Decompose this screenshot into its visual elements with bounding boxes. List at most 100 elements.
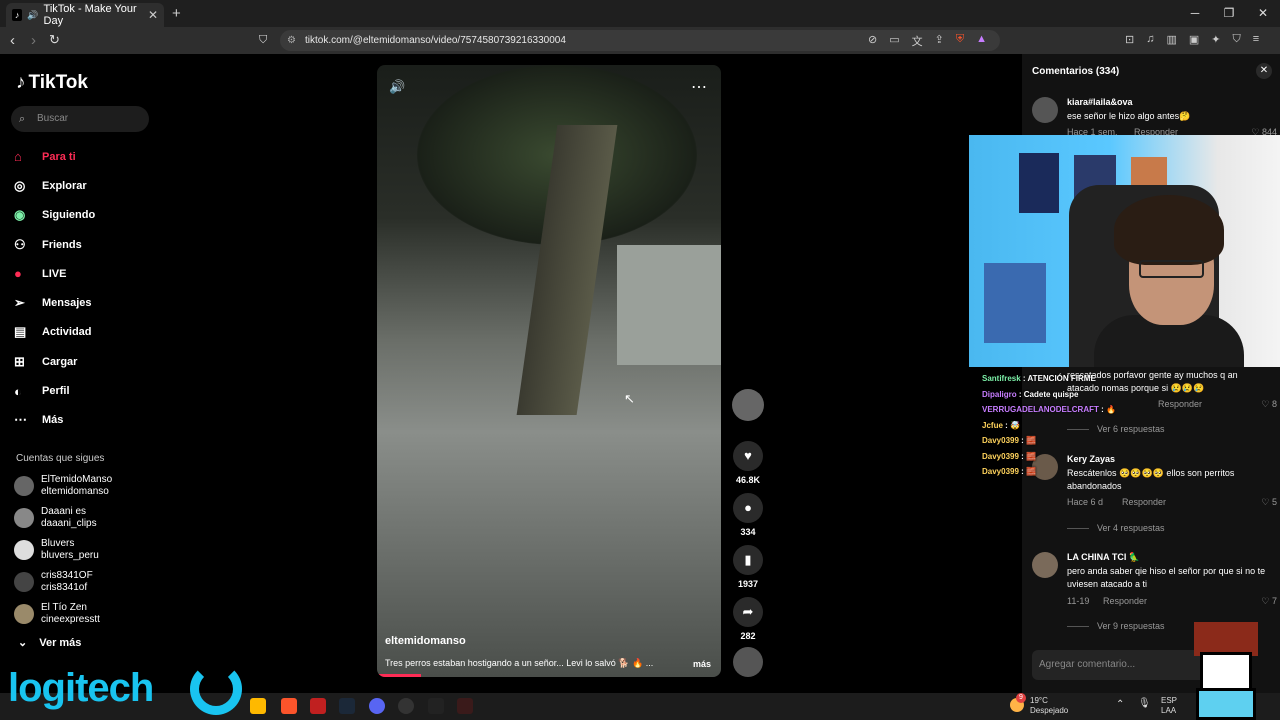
comment-user[interactable]: kiara#laila&ova: [1067, 97, 1133, 107]
file-explorer-icon[interactable]: [250, 698, 266, 714]
bookmark-icon[interactable]: ⛉: [259, 34, 267, 47]
menu-item-mensajes[interactable]: ➢ Mensajes: [14, 288, 95, 317]
chat-line: Davy0399 : 🧱: [982, 451, 1036, 461]
caption-more-button[interactable]: más: [693, 659, 711, 669]
comment-like[interactable]: ♡ 5: [1261, 497, 1277, 508]
video-player[interactable]: 🔊 ⋯ eltemidomanso Tres perros estaban ho…: [377, 65, 721, 677]
menu-item-friends[interactable]: ⚇ Friends: [14, 230, 95, 259]
view-replies-button[interactable]: Ver 4 respuestas: [1067, 523, 1165, 533]
minimize-button[interactable]: ─: [1178, 0, 1212, 27]
brave-shield-icon[interactable]: ⛨: [956, 33, 964, 49]
menu-item-siguiendo[interactable]: ◉ Siguiendo: [14, 201, 95, 230]
account-item[interactable]: ElTemidoManso eltemidomanso: [14, 474, 112, 498]
add-comment-placeholder: Agregar comentario...: [1039, 659, 1136, 670]
menu-item-live[interactable]: ● LIVE: [14, 259, 95, 288]
avatar[interactable]: [1032, 97, 1058, 123]
chat-message: Cadete quispe: [1023, 389, 1079, 399]
close-window-button[interactable]: ✕: [1246, 0, 1280, 27]
share-button[interactable]: ➦ 282: [730, 597, 766, 641]
tray-chevron-up-icon[interactable]: ⌃: [1116, 699, 1124, 710]
forward-icon[interactable]: ›: [31, 32, 36, 49]
comment-icon: ●: [733, 493, 763, 523]
video-caption: Tres perros estaban hostigando a un seño…: [385, 658, 654, 668]
video-progress-bar[interactable]: [377, 674, 421, 677]
cast-icon[interactable]: ▭: [889, 33, 899, 49]
comment-like[interactable]: ♡ 7: [1261, 596, 1277, 607]
comment-button[interactable]: ● 334: [730, 493, 766, 537]
comment-like[interactable]: ♡ 8: [1261, 399, 1277, 410]
menu-label: Actividad: [42, 326, 92, 339]
language-indicator[interactable]: ESP: [1161, 696, 1177, 706]
no-tracking-icon[interactable]: ⊘: [868, 33, 877, 49]
menu-label: Perfil: [42, 385, 70, 398]
comment-text: pero anda saber qie hiso el señor por qu…: [1067, 566, 1266, 589]
reply-button[interactable]: Responder: [1122, 497, 1166, 507]
tab-audio-icon[interactable]: 🔊: [27, 10, 38, 21]
brave-rewards-icon[interactable]: ▲: [976, 33, 987, 49]
logitech-g-logo-icon: [190, 663, 242, 715]
heart-outline-icon: ♡: [1261, 596, 1270, 606]
discord-icon[interactable]: [369, 698, 385, 714]
menu-item-para-ti[interactable]: ⌂ Para ti: [14, 142, 95, 171]
translate-icon[interactable]: 文: [912, 33, 923, 49]
screenshot-icon[interactable]: ⊡: [1125, 33, 1134, 46]
account-item[interactable]: El Tío Zen cineexpresstt: [14, 602, 100, 626]
save-button[interactable]: ▮ 1937: [730, 545, 766, 589]
brave-browser-icon[interactable]: [281, 698, 297, 714]
new-tab-button[interactable]: +: [172, 5, 181, 22]
restore-button[interactable]: ❐: [1212, 0, 1246, 27]
reload-icon[interactable]: ↻: [49, 32, 60, 48]
menu-item-perfil[interactable]: ◐ Perfil: [14, 376, 95, 405]
sidebar-icon[interactable]: ▥: [1166, 33, 1176, 46]
menu-item-explorar[interactable]: ◎ Explorar: [14, 171, 95, 200]
capcut-icon[interactable]: [428, 698, 444, 714]
chat-message: 🤯: [1010, 420, 1020, 430]
menu-label: Cargar: [42, 355, 78, 368]
steam-icon[interactable]: [339, 698, 355, 714]
share-icon[interactable]: ⇪: [935, 33, 944, 49]
chat-user: Dipaligro: [982, 389, 1017, 399]
music-disc-button[interactable]: [730, 647, 766, 677]
account-item[interactable]: cris8341OF cris8341of: [14, 570, 93, 594]
chat-user: VERRUGADELANODELCRAFT: [982, 405, 1099, 414]
media-icon[interactable]: ♫: [1146, 33, 1154, 46]
menu-icon[interactable]: ≡: [1253, 33, 1259, 46]
site-info-icon[interactable]: ⚙: [287, 30, 296, 51]
keyboard-layout[interactable]: LAA: [1161, 706, 1176, 716]
account-item[interactable]: Daaani es daaani_clips: [14, 506, 97, 530]
video-username[interactable]: eltemidomanso: [385, 635, 466, 647]
microphone-icon[interactable]: 🎙: [1138, 698, 1151, 709]
account-name: Bluvers: [41, 538, 75, 549]
obs-icon[interactable]: [398, 698, 414, 714]
view-replies-button[interactable]: Ver 9 respuestas: [1067, 621, 1165, 631]
menu-item-actividad[interactable]: ▤ Actividad: [14, 318, 95, 347]
tab-close-icon[interactable]: ✕: [148, 8, 158, 22]
more-options-icon[interactable]: ⋯: [691, 77, 707, 97]
vpn-icon[interactable]: ⛉: [1233, 33, 1241, 46]
menu-item-cargar[interactable]: ⊞ Cargar: [14, 347, 95, 376]
author-avatar-button[interactable]: [730, 389, 766, 421]
reply-button[interactable]: Responder: [1158, 399, 1202, 409]
avatar[interactable]: [1032, 552, 1058, 578]
account-handle: eltemidomanso: [41, 486, 109, 497]
wallet-icon[interactable]: ▣: [1189, 33, 1199, 46]
chat-line: Davy0399 : 🧱: [982, 436, 1036, 445]
app-icon[interactable]: [457, 698, 473, 714]
ai-icon[interactable]: ✦: [1211, 33, 1220, 46]
reply-button[interactable]: Responder: [1103, 596, 1147, 606]
app-icon[interactable]: [310, 698, 326, 714]
menu-item-mas[interactable]: ⋯ Más: [14, 406, 95, 435]
account-item[interactable]: Bluvers bluvers_peru: [14, 538, 99, 562]
window-controls: ─ ❐ ✕: [1178, 0, 1280, 27]
back-icon[interactable]: ‹: [10, 32, 15, 49]
volume-icon[interactable]: 🔊: [389, 79, 405, 95]
search-input[interactable]: ⌕ Buscar: [11, 106, 149, 132]
like-button[interactable]: ♥ 46.8K: [730, 441, 766, 485]
pixel-hair: [1194, 622, 1258, 656]
comment-user[interactable]: LA CHINA TCI 🦜: [1067, 552, 1140, 563]
tiktok-logo[interactable]: ♪ TikTok: [16, 72, 88, 94]
close-icon[interactable]: ✕: [1256, 63, 1272, 79]
account-handle: daaani_clips: [41, 518, 97, 529]
see-more-button[interactable]: ⌄ Ver más: [18, 636, 81, 649]
browser-tab[interactable]: ♪ 🔊 TikTok - Make Your Day ✕: [6, 3, 164, 27]
